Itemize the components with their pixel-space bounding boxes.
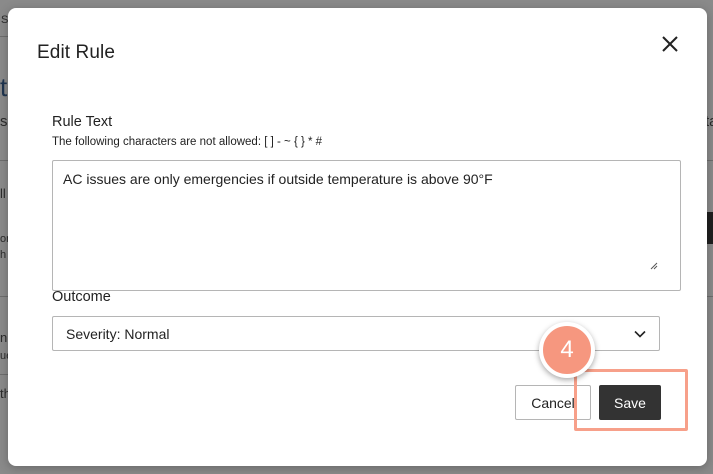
rule-text-hint: The following characters are not allowed…	[52, 136, 323, 148]
dialog-title: Edit Rule	[37, 42, 115, 63]
step-highlight-box	[574, 369, 688, 431]
close-icon	[662, 36, 678, 52]
bg-fragment: ll	[0, 186, 6, 201]
bg-fragment: h	[0, 249, 7, 261]
step-number-badge: 4	[539, 322, 595, 378]
outcome-selected-value: Severity: Normal	[66, 326, 170, 342]
chevron-down-icon	[634, 330, 646, 338]
bg-fragment: t	[0, 72, 8, 102]
outcome-label: Outcome	[52, 289, 111, 305]
bg-fragment: n	[0, 330, 8, 345]
rule-text-label: Rule Text	[52, 114, 113, 130]
close-button[interactable]	[658, 32, 682, 56]
bg-divider	[0, 296, 8, 297]
bg-divider	[0, 36, 8, 37]
rule-text-input[interactable]	[52, 160, 681, 291]
bg-divider	[0, 160, 8, 161]
bg-divider	[0, 374, 8, 375]
resize-handle-icon[interactable]	[648, 260, 658, 270]
